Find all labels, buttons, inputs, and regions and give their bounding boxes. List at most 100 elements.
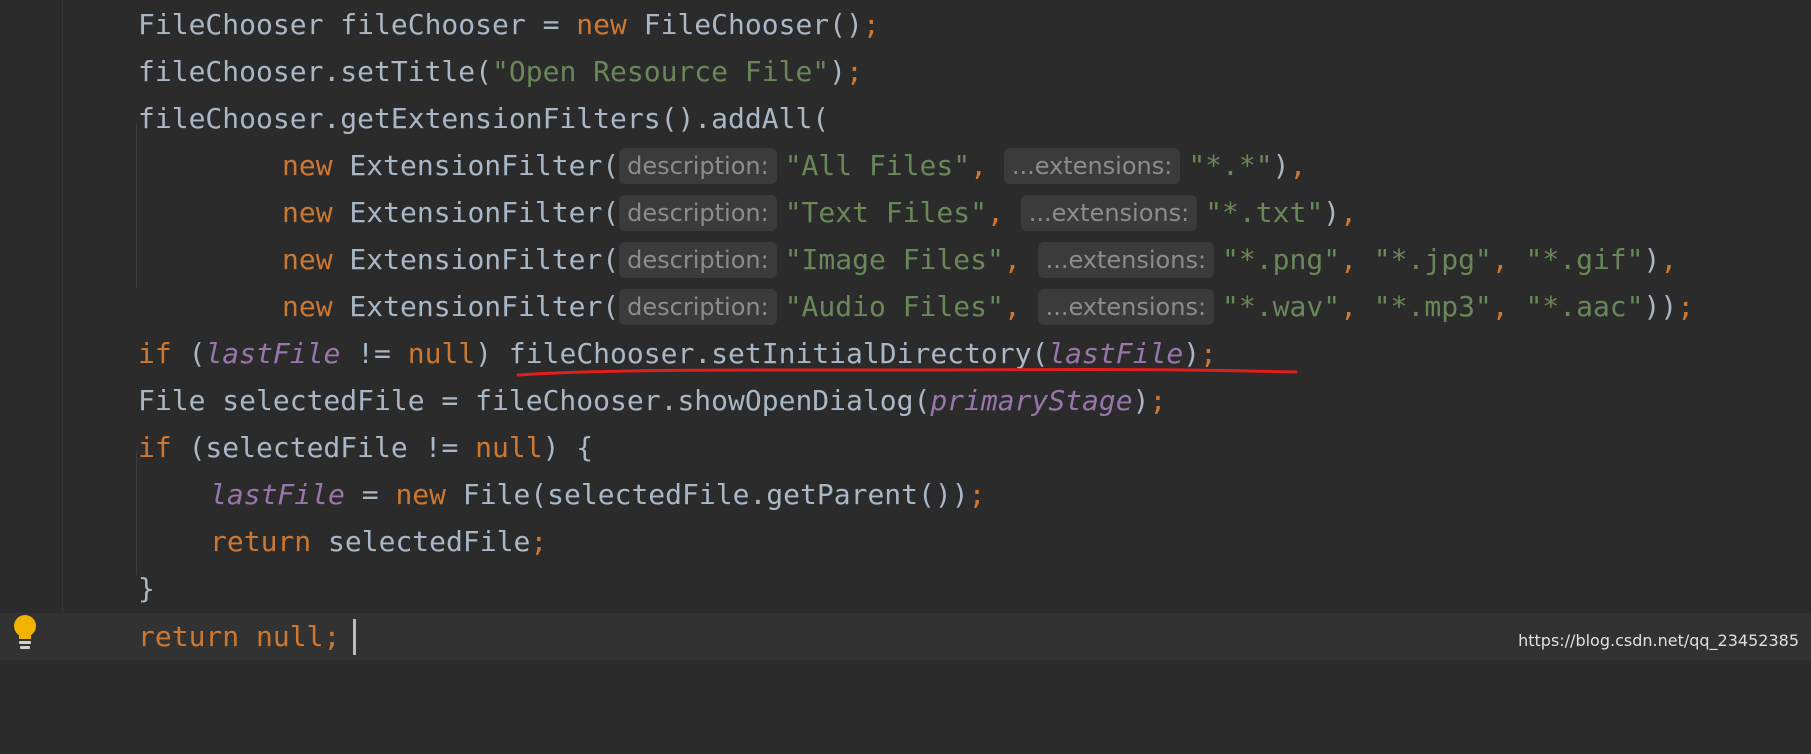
- lightbulb-icon[interactable]: [12, 614, 38, 652]
- code-token: ): [1183, 337, 1201, 370]
- code-token: File selectedFile = fileChooser.showOpen…: [138, 384, 931, 417]
- string-token: "*.png": [1222, 243, 1341, 276]
- code-token: ExtensionFilter(: [332, 196, 620, 229]
- parameter-hint-description: description:: [619, 148, 777, 184]
- comma-token: ,: [1340, 290, 1374, 323]
- string-token: "*.*": [1188, 149, 1273, 182]
- keyword-token: new: [282, 290, 333, 323]
- parameter-hint-extensions: ...extensions:: [1020, 195, 1198, 231]
- code-line[interactable]: File selectedFile = fileChooser.showOpen…: [0, 377, 1811, 424]
- code-token: selectedFile: [311, 525, 531, 558]
- string-token: "*.jpg": [1373, 243, 1492, 276]
- comma-token: ,: [986, 196, 1004, 229]
- string-token: "Image Files": [784, 243, 1004, 276]
- code-token: )): [1643, 290, 1678, 323]
- code-token: ) {: [542, 431, 594, 464]
- code-token: (selectedFile !=: [171, 431, 476, 464]
- code-token: fileChooser.setTitle(: [138, 55, 493, 88]
- code-token: ): [1643, 243, 1661, 276]
- code-token: ): [1132, 384, 1150, 417]
- keyword-token: return: [210, 525, 312, 558]
- watermark-text: https://blog.csdn.net/qq_23452385: [1518, 631, 1799, 650]
- keyword-token: new: [282, 196, 333, 229]
- comma-token: ,: [1340, 196, 1357, 229]
- code-token: ) fileChooser.setInitialDirectory(: [475, 337, 1049, 370]
- code-token: ExtensionFilter(: [332, 290, 620, 323]
- keyword-token: null: [256, 620, 324, 653]
- keyword-token: null: [407, 337, 476, 370]
- code-token: fileChooser.getExtensionFilters().addAll…: [138, 102, 830, 135]
- code-line[interactable]: fileChooser.setTitle("Open Resource File…: [0, 48, 1811, 95]
- comma-token: ,: [1491, 290, 1526, 323]
- parameter-hint-extensions: ...extensions:: [1003, 148, 1181, 184]
- string-token: "*.txt": [1205, 196, 1324, 229]
- code-token: ): [1272, 149, 1290, 182]
- code-line[interactable]: if (selectedFile != null) {: [0, 424, 1811, 471]
- code-line[interactable]: if (lastFile != null) fileChooser.setIni…: [0, 330, 1811, 377]
- code-token: ExtensionFilter(: [332, 243, 620, 276]
- semicolon-token: ;: [968, 478, 986, 511]
- keyword-token: new: [282, 149, 333, 182]
- parameter-hint-extensions: ...extensions:: [1037, 289, 1215, 325]
- code-token: }: [138, 572, 155, 605]
- comma-token: ,: [1003, 290, 1021, 323]
- keyword-token: new: [395, 478, 447, 511]
- string-token: "All Files": [784, 149, 971, 182]
- semicolon-token: ;: [846, 55, 863, 88]
- text-caret: [353, 619, 356, 655]
- code-token: File(selectedFile.getParent()): [446, 478, 969, 511]
- code-line[interactable]: new ExtensionFilter(description: "Image F…: [0, 236, 1811, 283]
- comma-token: ,: [1660, 243, 1678, 276]
- keyword-token: new: [282, 243, 333, 276]
- code-editor[interactable]: FileChooser fileChooser = new FileChoose…: [0, 0, 1811, 660]
- field-token: lastFile: [205, 337, 341, 370]
- code-token: (: [171, 337, 206, 370]
- field-token: primaryStage: [930, 384, 1133, 417]
- code-line[interactable]: FileChooser fileChooser = new FileChoose…: [0, 1, 1811, 48]
- parameter-hint-description: description:: [619, 195, 777, 231]
- code-token: ): [829, 55, 847, 88]
- code-line[interactable]: new ExtensionFilter(description: "Audio F…: [0, 283, 1811, 330]
- code-line[interactable]: new ExtensionFilter(description: "All Fil…: [0, 142, 1811, 189]
- semicolon-token: ;: [1677, 290, 1695, 323]
- comma-token: ,: [970, 149, 987, 182]
- string-token: "*.mp3": [1373, 290, 1492, 323]
- comma-token: ,: [1340, 243, 1374, 276]
- string-token: "*.gif": [1525, 243, 1644, 276]
- code-line[interactable]: fileChooser.getExtensionFilters().addAll…: [0, 95, 1811, 142]
- keyword-token: return: [138, 620, 240, 653]
- semicolon-token: ;: [530, 525, 548, 558]
- string-token: "*.wav": [1222, 290, 1341, 323]
- code-line[interactable]: }: [0, 565, 1811, 612]
- keyword-token: if: [138, 337, 172, 370]
- semicolon-token: ;: [1149, 384, 1167, 417]
- keyword-token: if: [138, 431, 172, 464]
- code-token: ): [1323, 196, 1341, 229]
- semicolon-token: ;: [323, 620, 341, 653]
- code-token: !=: [340, 337, 408, 370]
- keyword-token: new: [576, 8, 627, 41]
- comma-token: ,: [1289, 149, 1307, 182]
- string-token: "Text Files": [784, 196, 987, 229]
- parameter-hint-extensions: ...extensions:: [1037, 242, 1215, 278]
- parameter-hint-description: description:: [619, 289, 777, 325]
- code-token: FileChooser(): [626, 8, 863, 41]
- comma-token: ,: [1003, 243, 1021, 276]
- code-line[interactable]: new ExtensionFilter(description: "Text Fi…: [0, 189, 1811, 236]
- keyword-token: null: [475, 431, 543, 464]
- parameter-hint-description: description:: [619, 242, 777, 278]
- code-token: FileChooser fileChooser =: [138, 8, 577, 41]
- code-token: ExtensionFilter(: [332, 149, 620, 182]
- code-token: =: [344, 478, 396, 511]
- string-token: "Audio Files": [784, 290, 1004, 323]
- field-token: lastFile: [1048, 337, 1184, 370]
- string-token: "Open Resource File": [492, 55, 830, 88]
- string-token: "*.aac": [1525, 290, 1644, 323]
- semicolon-token: ;: [862, 8, 880, 41]
- semicolon-token: ;: [1200, 337, 1217, 370]
- code-line[interactable]: lastFile = new File(selectedFile.getPare…: [0, 471, 1811, 518]
- comma-token: ,: [1491, 243, 1526, 276]
- code-line[interactable]: return selectedFile;: [0, 518, 1811, 565]
- field-token: lastFile: [210, 478, 345, 511]
